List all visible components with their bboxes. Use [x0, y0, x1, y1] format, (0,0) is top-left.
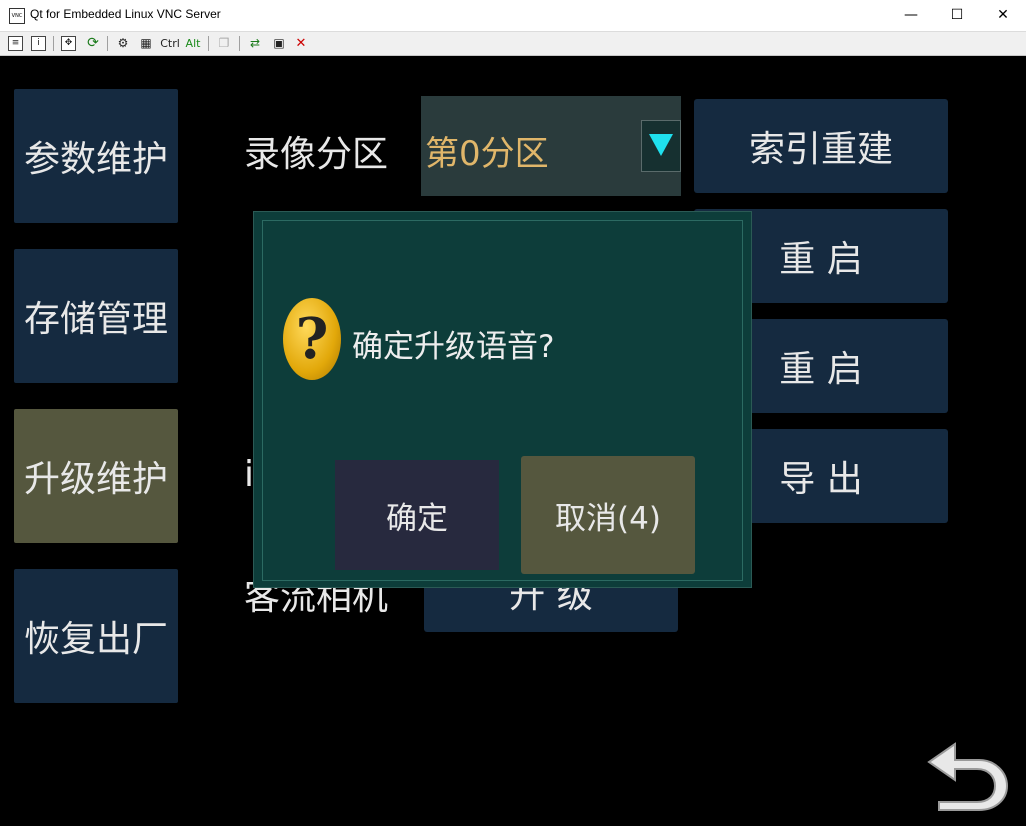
alt-key-button[interactable]: Alt: [185, 36, 201, 51]
fullscreen-icon[interactable]: ✥: [61, 36, 76, 51]
sidebar-item-params[interactable]: 参数维护: [14, 89, 178, 223]
window-title: Qt for Embedded Linux VNC Server: [30, 7, 221, 21]
confirm-dialog: ? 确定升级语音? 确定 取消(4): [253, 211, 752, 588]
maximize-button[interactable]: ☐: [934, 0, 980, 31]
cancel-button[interactable]: 取消(4): [521, 456, 695, 574]
disconnect-icon[interactable]: ✕: [294, 36, 308, 51]
partition-selected-value: 第0分区: [425, 134, 549, 174]
confirm-button[interactable]: 确定: [335, 460, 499, 570]
options-icon[interactable]: ≡: [8, 36, 23, 51]
info-icon[interactable]: i: [31, 36, 46, 51]
partition-dropdown[interactable]: 第0分区: [421, 96, 681, 196]
transfer-icon[interactable]: ⇄: [247, 36, 263, 51]
toolbar-separator: [53, 36, 54, 51]
save-icon[interactable]: ▣: [271, 36, 287, 51]
app-screen: 参数维护 存储管理 升级维护 恢复出厂 录像分区 第0分区 索引重建 重 启 重…: [0, 56, 1026, 826]
title-bar: VNC Qt for Embedded Linux VNC Server — ☐…: [0, 0, 1026, 32]
dialog-frame: ? 确定升级语音? 确定 取消(4): [262, 220, 743, 581]
vnc-toolbar: ≡ i ✥ ⟳ ⚙ ▦ Ctrl Alt ❐ ⇄ ▣ ✕: [0, 32, 1026, 56]
start-icon[interactable]: ▦: [138, 36, 154, 51]
toolbar-separator: [107, 36, 108, 51]
rebuild-index-button[interactable]: 索引重建: [694, 99, 948, 193]
toolbar-separator: [208, 36, 209, 51]
dropdown-button[interactable]: [641, 120, 681, 172]
sidebar-item-upgrade[interactable]: 升级维护: [14, 409, 178, 543]
question-icon: ?: [283, 298, 341, 380]
toolbar-separator: [239, 36, 240, 51]
dialog-message: 确定升级语音?: [352, 329, 555, 365]
minimize-button[interactable]: —: [888, 0, 934, 31]
close-button[interactable]: ✕: [980, 0, 1026, 31]
triangle-down-icon: [649, 134, 673, 156]
refresh-icon[interactable]: ⟳: [85, 36, 101, 51]
vnc-app-icon: VNC: [9, 8, 25, 24]
sidebar-item-storage[interactable]: 存储管理: [14, 249, 178, 383]
ctrl-alt-del-icon[interactable]: ⚙: [115, 36, 131, 51]
copy-icon[interactable]: ❐: [216, 36, 232, 51]
sidebar-item-factory-reset[interactable]: 恢复出厂: [14, 569, 178, 703]
back-arrow-icon[interactable]: [925, 736, 1011, 812]
partition-label: 录像分区: [244, 134, 389, 175]
ctrl-key-button[interactable]: Ctrl: [160, 36, 180, 51]
